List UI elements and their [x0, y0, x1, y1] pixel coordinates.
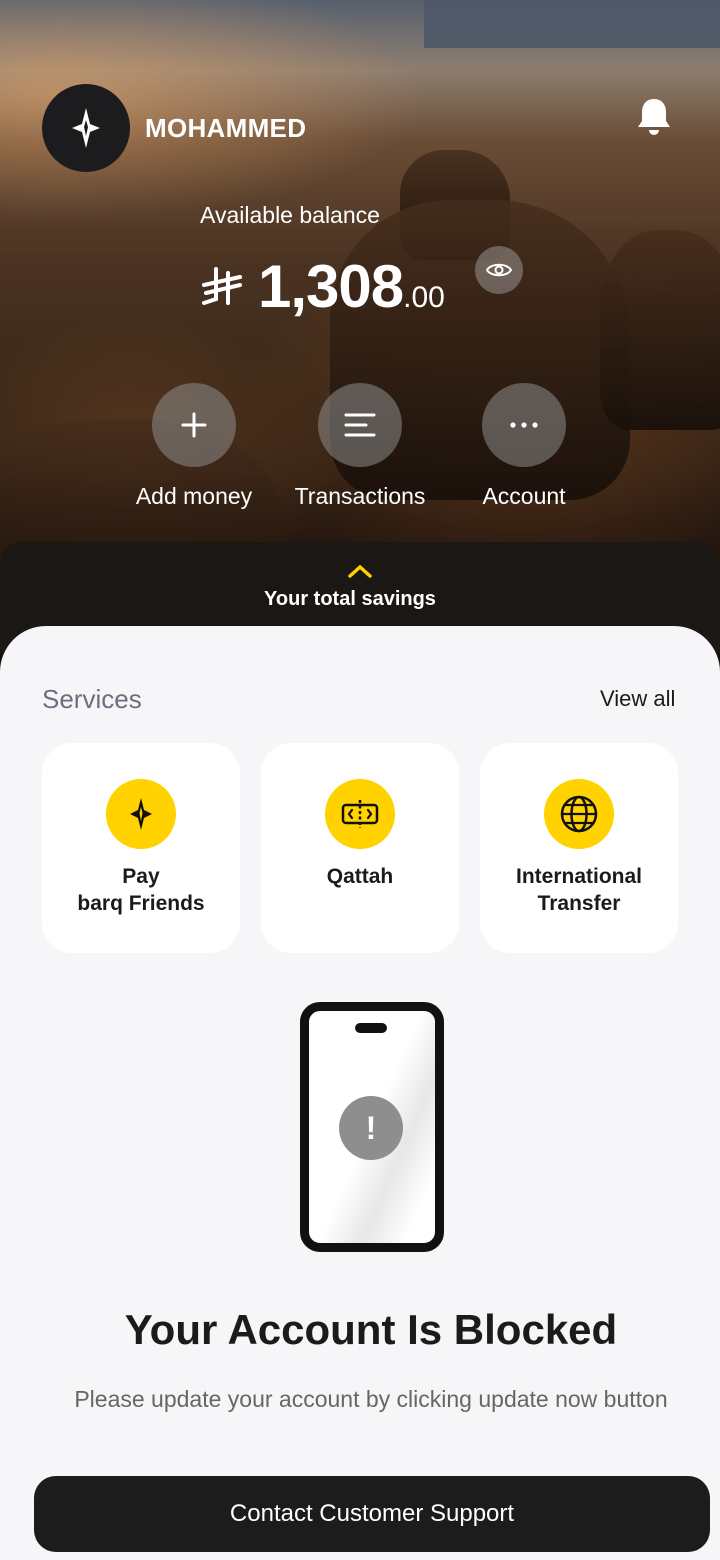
blocked-message: Please update your account by clicking u…	[74, 1386, 668, 1412]
transactions-circle[interactable]	[318, 383, 402, 467]
contact-support-button[interactable]: Contact Customer Support	[34, 1476, 710, 1552]
saudi-riyal-icon	[202, 267, 242, 305]
service-label: International Transfer	[515, 865, 642, 915]
service-international-transfer[interactable]: International Transfer	[480, 743, 678, 953]
toggle-balance-visibility-button[interactable]	[475, 246, 523, 294]
bell-icon	[638, 99, 670, 135]
service-icon-circle	[325, 779, 395, 849]
phone-notch	[355, 1023, 387, 1033]
balance-decimal: .00	[403, 281, 445, 314]
savings-label[interactable]: Your total savings	[0, 588, 700, 611]
service-qattah[interactable]: Qattah	[261, 743, 459, 953]
account-button[interactable]: Account	[449, 383, 599, 510]
plus-icon	[181, 412, 207, 438]
add-money-label: Add money	[135, 483, 253, 509]
globe-icon	[560, 795, 598, 833]
rock-formation	[600, 230, 720, 430]
phone-illustration: !	[300, 1002, 444, 1252]
add-money-button[interactable]: Add money	[119, 383, 269, 510]
alert-icon: !	[339, 1096, 403, 1160]
service-icon-circle	[544, 779, 614, 849]
services-title: Services	[42, 684, 142, 714]
add-money-circle[interactable]	[152, 383, 236, 467]
barq-sparkle-icon	[130, 798, 152, 830]
transactions-button[interactable]: Transactions	[285, 383, 435, 510]
notifications-button[interactable]	[634, 94, 674, 138]
blocked-title: Your Account Is Blocked	[124, 1306, 618, 1353]
view-all-link[interactable]: View all	[600, 686, 675, 712]
balance-integer: 1,308	[258, 253, 404, 320]
list-icon	[344, 413, 376, 437]
account-circle[interactable]	[482, 383, 566, 467]
split-bill-icon	[341, 800, 379, 828]
service-pay-barq-friends[interactable]: Pay barq Friends	[42, 743, 240, 953]
service-icon-circle	[106, 779, 176, 849]
transactions-label: Transactions	[294, 483, 426, 509]
balance-label: Available balance	[200, 202, 380, 228]
service-label: Qattah	[326, 865, 394, 888]
chevron-up-icon[interactable]	[347, 563, 373, 579]
sky-strip	[424, 0, 720, 48]
barq-sparkle-icon	[72, 108, 100, 148]
more-dots-icon	[510, 422, 538, 428]
username: MOHAMMED	[145, 113, 307, 143]
eye-icon	[486, 263, 512, 277]
avatar[interactable]	[42, 84, 130, 172]
account-label: Account	[482, 483, 566, 509]
service-label: Pay barq Friends	[77, 865, 205, 915]
balance-amount: 1,308 .00	[200, 252, 445, 322]
